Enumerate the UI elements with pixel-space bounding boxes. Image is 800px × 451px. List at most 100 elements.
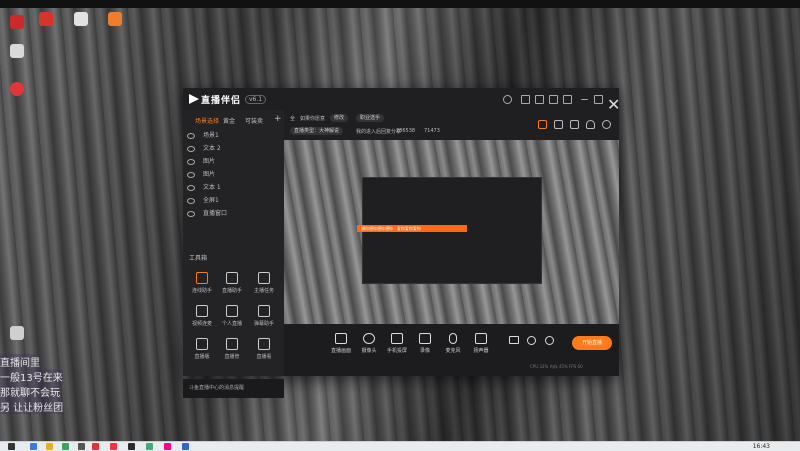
minimize-icon[interactable]: [581, 95, 588, 100]
avatar[interactable]: [503, 95, 512, 104]
desktop-icon-4[interactable]: [10, 15, 24, 29]
video-link-icon: [196, 305, 208, 317]
eye-icon[interactable]: [187, 184, 195, 191]
taskbar-app-7[interactable]: [128, 443, 135, 450]
fans-count: 71473: [424, 128, 440, 134]
notice-bar[interactable]: 斗鱼直播中心的消息提醒: [183, 379, 284, 398]
speaker-icon: [475, 333, 487, 344]
category-tag[interactable]: 职业选手: [356, 114, 385, 122]
tab-scenes[interactable]: 场景选择: [195, 116, 219, 125]
scene-item[interactable]: 图片: [187, 169, 215, 178]
taskbar-app-2[interactable]: [46, 443, 53, 450]
scene-item[interactable]: 图片: [187, 156, 215, 165]
control-label: 麦克风: [445, 348, 461, 354]
bell-icon[interactable]: [586, 120, 595, 129]
tool-helper[interactable]: 直播助手: [217, 272, 247, 294]
manage-icon: [226, 338, 238, 350]
maximize-icon[interactable]: [594, 95, 603, 104]
sidebar: 场景选择 黄金 可装卖 + 场景1 文本 2 图片 图片 文本 1 全屏1 直播…: [183, 110, 284, 398]
screen-capture-button[interactable]: 直播画面: [328, 333, 354, 354]
tool-watch[interactable]: 直播看: [249, 338, 279, 360]
lock-icon[interactable]: [570, 120, 579, 129]
overlay-text-4: 另 让让粉丝团: [0, 399, 64, 414]
desktop-icon-5[interactable]: [10, 44, 24, 58]
scene-item[interactable]: 文本 2: [187, 143, 221, 152]
task-icon: [258, 272, 270, 284]
taskbar-app-9[interactable]: [164, 443, 171, 450]
taskbar-app-1[interactable]: [30, 443, 37, 450]
scene-label: 文本 1: [203, 184, 221, 191]
toolbox-title: 工具箱: [189, 255, 208, 262]
desktop-icon-6[interactable]: [10, 82, 24, 96]
overlay-text-2: 一般13号在来: [0, 369, 63, 384]
version-badge[interactable]: v6.1: [245, 95, 267, 104]
desktop-icon-3[interactable]: [108, 12, 122, 26]
scene-item[interactable]: 场景1: [187, 130, 219, 139]
tool-manage[interactable]: 直播管: [217, 338, 247, 360]
start-live-button[interactable]: 开始直播: [572, 336, 612, 350]
phone-cast-button[interactable]: 手机投屏: [384, 333, 410, 354]
copy-icon[interactable]: [554, 120, 563, 129]
scene-label: 图片: [203, 158, 216, 165]
record-button[interactable]: 录像: [412, 333, 438, 354]
eye-icon[interactable]: [187, 158, 195, 165]
camera-button[interactable]: 摄像头: [356, 333, 382, 354]
tool-label: 直播看: [256, 354, 272, 360]
control-label: 扬声器: [473, 348, 489, 354]
tool-label: 视频连麦: [191, 321, 212, 327]
desktop-icon-1[interactable]: [39, 12, 53, 26]
control-label: 直播画面: [330, 348, 351, 354]
taskbar-app-6[interactable]: [110, 443, 117, 450]
live-type[interactable]: 直播类型：大神解说: [290, 127, 344, 135]
taskbar-app-4[interactable]: [78, 443, 85, 450]
desktop-icon-2[interactable]: [74, 12, 88, 26]
taskbar-app-3[interactable]: [62, 443, 69, 450]
microphone-button[interactable]: 麦克风: [440, 333, 466, 354]
taskbar-app-10[interactable]: [182, 443, 189, 450]
connect-icon: [196, 272, 208, 284]
gift-box-icon[interactable]: [538, 120, 547, 129]
taskbar-app-5[interactable]: [92, 443, 99, 450]
scene-label: 文本 2: [203, 145, 221, 152]
edit-button[interactable]: 修改: [330, 114, 349, 122]
live-companion-window[interactable]: 直播伴侣 v6.1 ✕ 场景选择 黄金 可装卖 + 场景1 文本 2 图片 图片…: [183, 88, 620, 398]
scene-item[interactable]: 文本 1: [187, 182, 221, 191]
control-label: 录像: [419, 348, 430, 354]
eye-icon[interactable]: [187, 145, 195, 152]
shirt-icon[interactable]: [549, 95, 558, 104]
camera-icon: [363, 333, 375, 344]
menu-icon[interactable]: [563, 95, 572, 104]
tool-label: 主播任务: [253, 288, 274, 294]
add-scene-button[interactable]: +: [274, 114, 282, 124]
close-icon[interactable]: ✕: [607, 95, 620, 114]
tool-personal[interactable]: 个人直播: [217, 305, 247, 327]
tool-video-link[interactable]: 视频连麦: [187, 305, 217, 327]
share-icon[interactable]: [602, 120, 611, 129]
timer-icon[interactable]: [527, 336, 536, 345]
eye-icon[interactable]: [187, 171, 195, 178]
live-preview[interactable]: 想你想你想你想你 · 爱你爱你爱你: [284, 140, 619, 324]
settings-icon[interactable]: [545, 336, 554, 345]
system-status: CPU 32% 内存 45% FPS 60: [530, 364, 583, 369]
video-icon[interactable]: [509, 336, 519, 344]
gift-icon[interactable]: [535, 95, 544, 104]
eye-icon[interactable]: [187, 197, 195, 204]
tab-shop[interactable]: 可装卖: [245, 116, 263, 125]
eye-icon[interactable]: [187, 132, 195, 139]
taskbar-app-8[interactable]: [146, 443, 153, 450]
scene-label: 图片: [203, 171, 216, 178]
tool-connect[interactable]: 连线助手: [187, 272, 217, 294]
start-icon[interactable]: [8, 443, 15, 450]
tool-danmu[interactable]: 弹幕助手: [249, 305, 279, 327]
scene-item[interactable]: 全屏1: [187, 195, 219, 204]
watch-icon: [258, 338, 270, 350]
eye-icon[interactable]: [187, 210, 195, 217]
tool-task[interactable]: 主播任务: [249, 272, 279, 294]
message-icon[interactable]: [521, 95, 530, 104]
scene-label: 直播窗口: [203, 210, 228, 217]
desktop-icon-7[interactable]: [10, 326, 24, 340]
tool-board[interactable]: 直播版: [187, 338, 217, 360]
tab-gold[interactable]: 黄金: [223, 116, 235, 125]
scene-item[interactable]: 直播窗口: [187, 208, 227, 217]
speaker-button[interactable]: 扬声器: [468, 333, 494, 354]
